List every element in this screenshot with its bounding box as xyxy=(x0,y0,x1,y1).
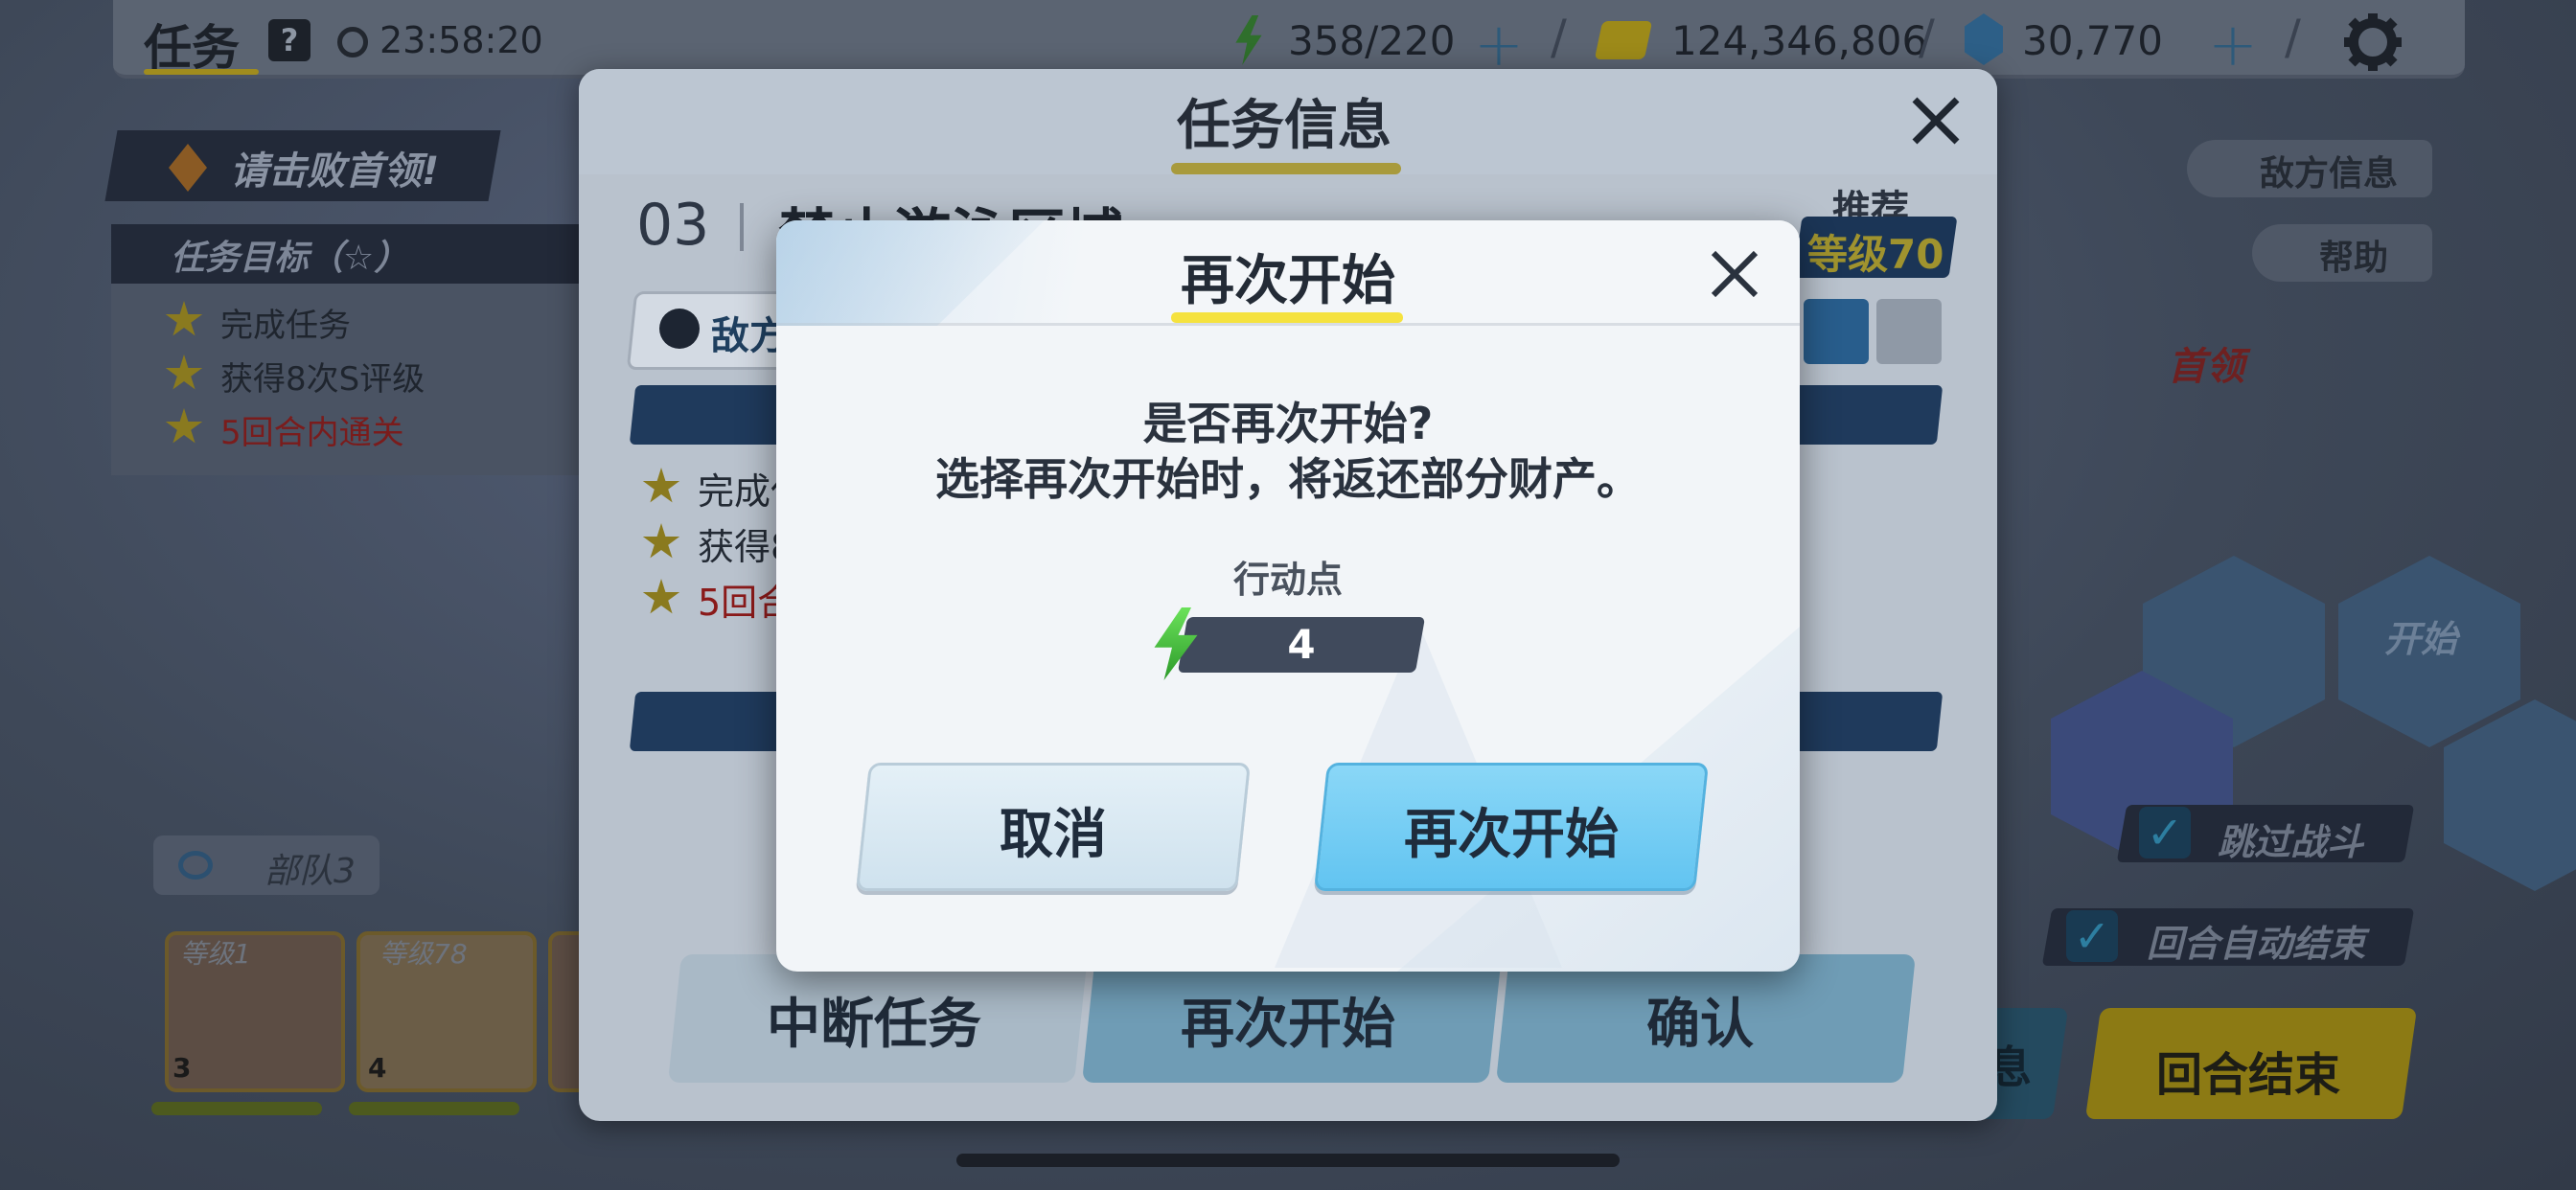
character-level: 等级1 xyxy=(180,938,251,970)
confirm-label: 确认 xyxy=(1646,994,1754,1056)
map-view-button[interactable] xyxy=(1804,299,1869,364)
divider: / xyxy=(1551,10,1567,65)
check-icon: ✓ xyxy=(2139,807,2191,858)
close-icon[interactable] xyxy=(1706,245,1763,303)
action-point-label: 行动点 xyxy=(1232,559,1343,601)
dialog-question: 是否再次开始? xyxy=(1142,398,1434,449)
character-number: 3 xyxy=(172,1052,192,1084)
title-underline xyxy=(1171,312,1403,323)
enemy-skull-icon xyxy=(659,309,700,349)
gem-count: 30,770 xyxy=(2022,17,2163,64)
boss-label: 首领 xyxy=(2168,345,2244,389)
character-hp-bar xyxy=(349,1102,519,1115)
action-point-cost: 4 xyxy=(1287,621,1316,668)
divider xyxy=(740,203,744,251)
clock-icon xyxy=(337,27,368,57)
disabled-toggle-button[interactable] xyxy=(1876,299,1942,364)
end-turn-label: 回合结束 xyxy=(2156,1048,2341,1102)
boss-objective-text: 请击败首领! xyxy=(230,149,440,194)
skip-battle-label: 跳过战斗 xyxy=(2218,821,2364,863)
cancel-button-label: 取消 xyxy=(1000,804,1107,866)
restart-confirm-dialog: 再次开始 是否再次开始? 选择再次开始时，将返还部分财产。 行动点 4 取消 再… xyxy=(776,220,1800,972)
check-icon: ✓ xyxy=(2066,910,2118,962)
close-icon[interactable] xyxy=(1907,92,1965,149)
swap-icon xyxy=(178,851,213,880)
dialog-notice: 选择再次开始时，将返还部分财产。 xyxy=(935,453,1641,505)
action-point-count: 358/220 xyxy=(1288,17,1456,64)
goal-item: 5回合内通关 xyxy=(220,414,404,452)
home-indicator[interactable] xyxy=(956,1154,1620,1167)
divider: / xyxy=(1919,10,1935,65)
character-hp-bar xyxy=(151,1102,322,1115)
add-gem-button[interactable]: + xyxy=(2208,10,2258,80)
settings-gear-icon[interactable] xyxy=(2342,11,2404,73)
timer-text: 23:58:20 xyxy=(380,19,543,61)
help-side-label: 帮助 xyxy=(2319,239,2389,278)
coin-icon xyxy=(1594,21,1653,59)
goal-item: 获得8次S评级 xyxy=(220,360,426,399)
title-underline xyxy=(1171,163,1401,174)
goal-item: 完成任务 xyxy=(220,307,351,345)
restart-confirm-label: 再次开始 xyxy=(1404,804,1619,866)
enemy-info-label: 敌方信息 xyxy=(2260,154,2399,194)
dialog-title: 再次开始 xyxy=(1181,250,1395,312)
divider: / xyxy=(2285,10,2301,65)
abort-mission-label: 中断任务 xyxy=(767,994,981,1056)
start-hex-label: 开始 xyxy=(2384,618,2458,660)
auto-end-turn-label: 回合自动结束 xyxy=(2147,923,2366,965)
recommended-level: 等级70 xyxy=(1807,231,1944,278)
squad-label: 部队3 xyxy=(264,852,356,891)
title-underline xyxy=(144,69,259,75)
stage-number: 03 xyxy=(636,192,710,259)
restart-mission-label: 再次开始 xyxy=(1181,994,1395,1056)
character-level: 等级78 xyxy=(380,938,468,970)
help-button[interactable]: ? xyxy=(268,19,310,61)
coin-count: 124,346,806 xyxy=(1671,17,1928,64)
mission-goals-title: 任务目标（☆） xyxy=(171,239,409,278)
mission-modal-title: 任务信息 xyxy=(1177,95,1392,157)
character-number: 4 xyxy=(368,1052,387,1084)
